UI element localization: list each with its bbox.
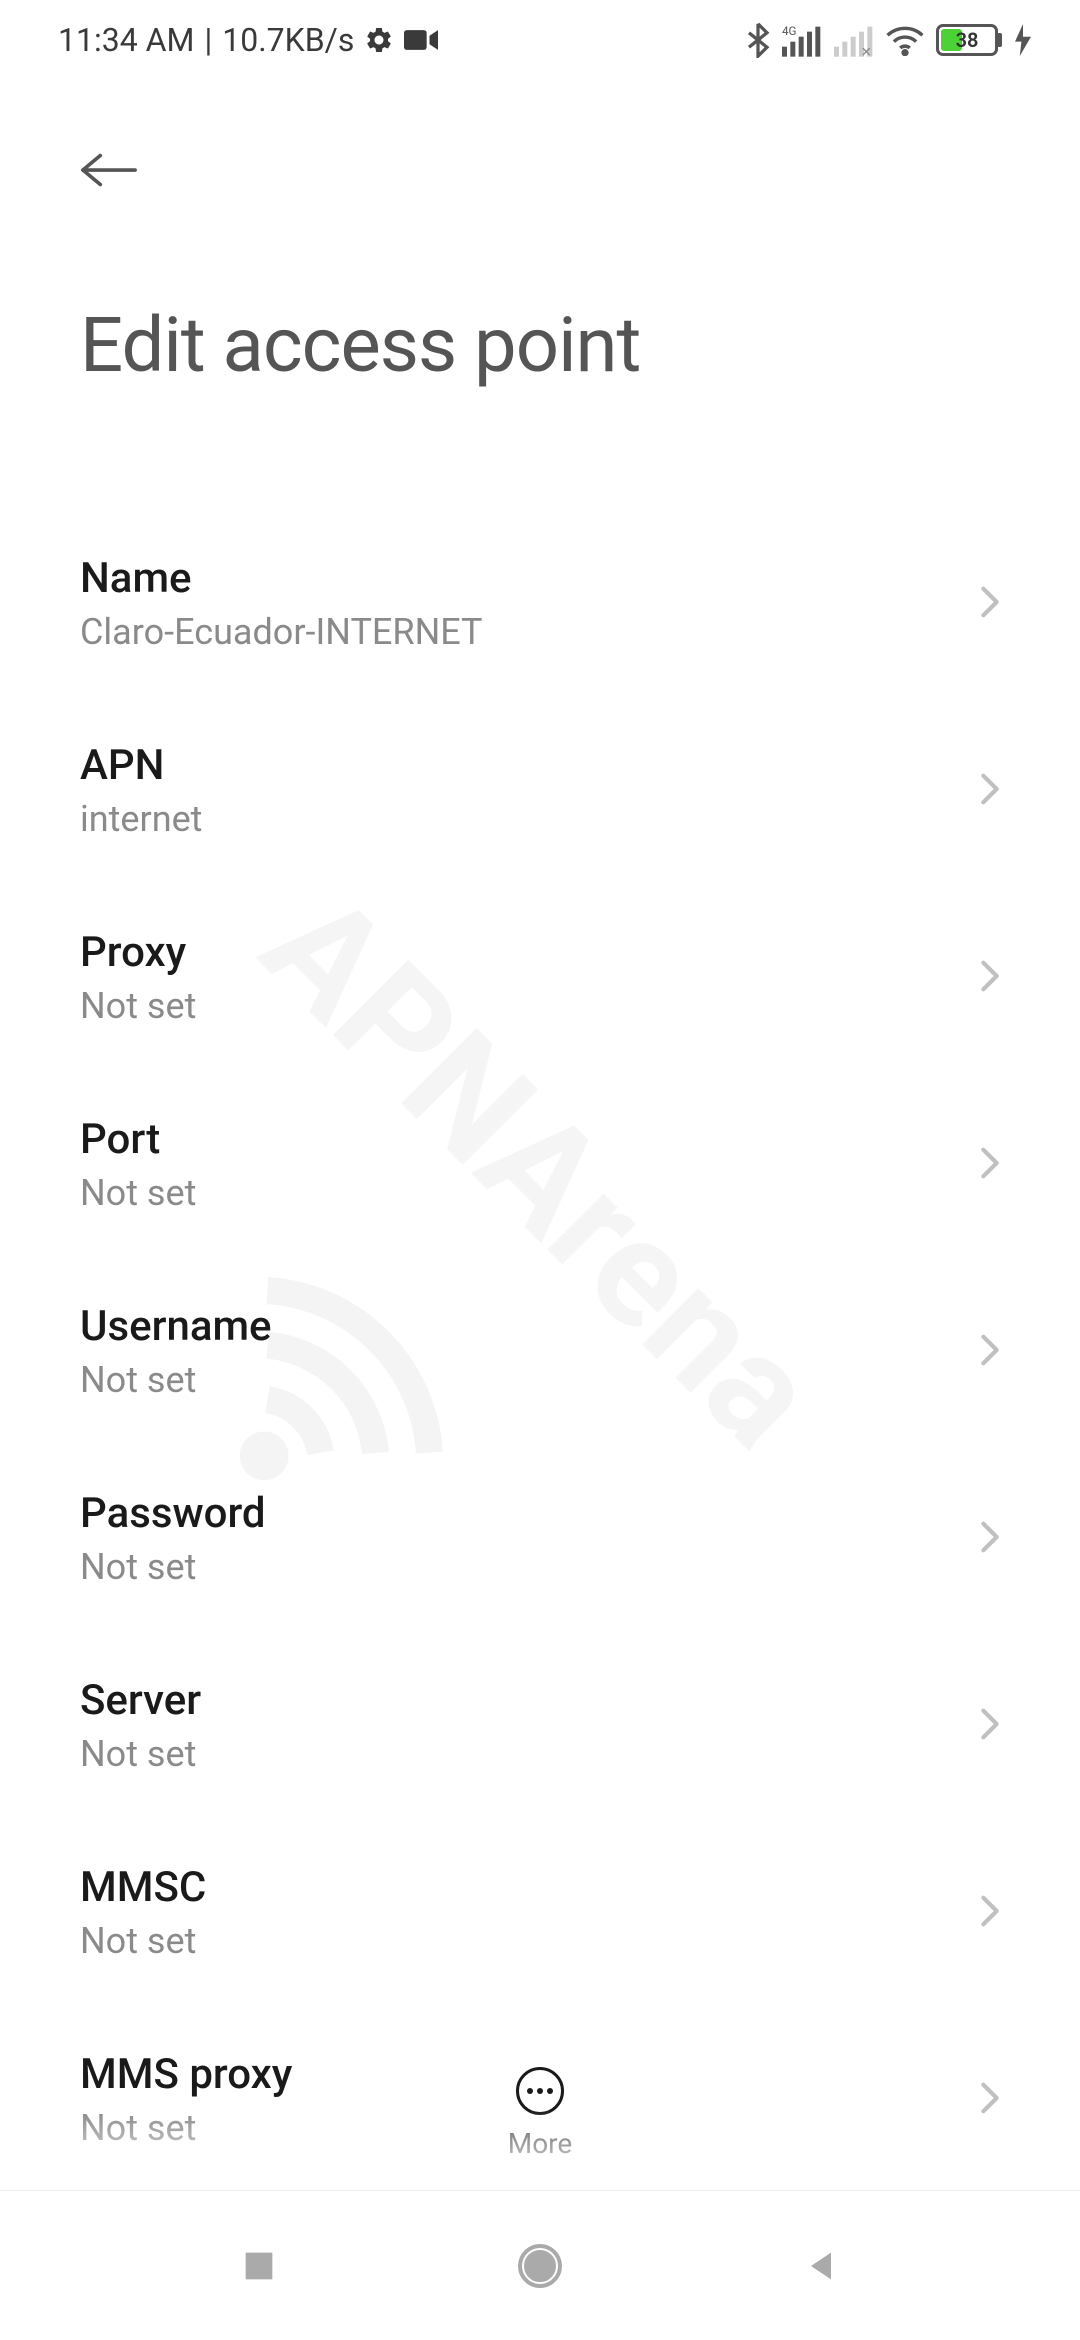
setting-value: Not set: [80, 1359, 960, 1401]
chevron-right-icon: [980, 1145, 1000, 1185]
signal-no-sim-icon: ✕: [834, 22, 874, 58]
setting-value: Claro-Ecuador-INTERNET: [80, 611, 960, 653]
status-separator: |: [204, 21, 212, 59]
setting-label: Port: [80, 1115, 960, 1164]
navigation-bar: [0, 2190, 1080, 2340]
setting-label: Proxy: [80, 928, 960, 977]
chevron-right-icon: [980, 1332, 1000, 1372]
setting-value: internet: [80, 798, 960, 840]
status-bar: 11:34 AM | 10.7KB/s 4G ✕: [0, 0, 1080, 80]
setting-label: MMSC: [80, 1863, 960, 1912]
settings-list: Name Claro-Ecuador-INTERNET APN internet…: [0, 510, 1080, 2193]
wifi-icon: [886, 24, 924, 56]
setting-username[interactable]: Username Not set: [0, 1258, 1080, 1445]
svg-text:4G: 4G: [782, 24, 797, 38]
nav-home-button[interactable]: [516, 2242, 564, 2290]
status-time: 11:34 AM: [58, 21, 194, 59]
setting-value: Not set: [80, 1172, 960, 1214]
nav-back-button[interactable]: [801, 2246, 841, 2286]
setting-value: Not set: [80, 1733, 960, 1775]
chevron-right-icon: [980, 1893, 1000, 1933]
setting-password[interactable]: Password Not set: [0, 1445, 1080, 1632]
setting-proxy[interactable]: Proxy Not set: [0, 884, 1080, 1071]
charging-icon: [1014, 24, 1032, 56]
setting-label: Server: [80, 1676, 960, 1725]
setting-label: APN: [80, 741, 960, 790]
chevron-right-icon: [980, 958, 1000, 998]
setting-label: MMS proxy: [80, 2050, 960, 2099]
setting-name[interactable]: Name Claro-Ecuador-INTERNET: [0, 510, 1080, 697]
setting-value: Not set: [80, 1920, 960, 1962]
battery-indicator: 38: [936, 24, 1002, 56]
chevron-right-icon: [980, 771, 1000, 811]
setting-label: Username: [80, 1302, 960, 1351]
setting-mmsc[interactable]: MMSC Not set: [0, 1819, 1080, 2006]
chevron-right-icon: [980, 1519, 1000, 1559]
setting-port[interactable]: Port Not set: [0, 1071, 1080, 1258]
back-button[interactable]: [80, 140, 140, 200]
setting-mms-proxy[interactable]: MMS proxy Not set: [0, 2006, 1080, 2193]
status-data-rate: 10.7KB/s: [222, 21, 354, 59]
nav-recents-button[interactable]: [239, 2246, 279, 2286]
chevron-right-icon: [980, 1706, 1000, 1746]
signal-4g-icon: 4G: [782, 22, 822, 58]
setting-value: Not set: [80, 985, 960, 1027]
page-title: Edit access point: [80, 300, 1000, 390]
chevron-right-icon: [980, 584, 1000, 624]
gear-icon: [364, 25, 394, 55]
setting-label: Password: [80, 1489, 960, 1538]
camera-icon: [404, 28, 438, 52]
setting-label: Name: [80, 554, 960, 603]
setting-apn[interactable]: APN internet: [0, 697, 1080, 884]
setting-value: Not set: [80, 1546, 960, 1588]
setting-value: Not set: [80, 2107, 960, 2149]
bluetooth-icon: [746, 22, 770, 58]
chevron-right-icon: [980, 2080, 1000, 2120]
svg-text:✕: ✕: [861, 46, 872, 58]
setting-server[interactable]: Server Not set: [0, 1632, 1080, 1819]
